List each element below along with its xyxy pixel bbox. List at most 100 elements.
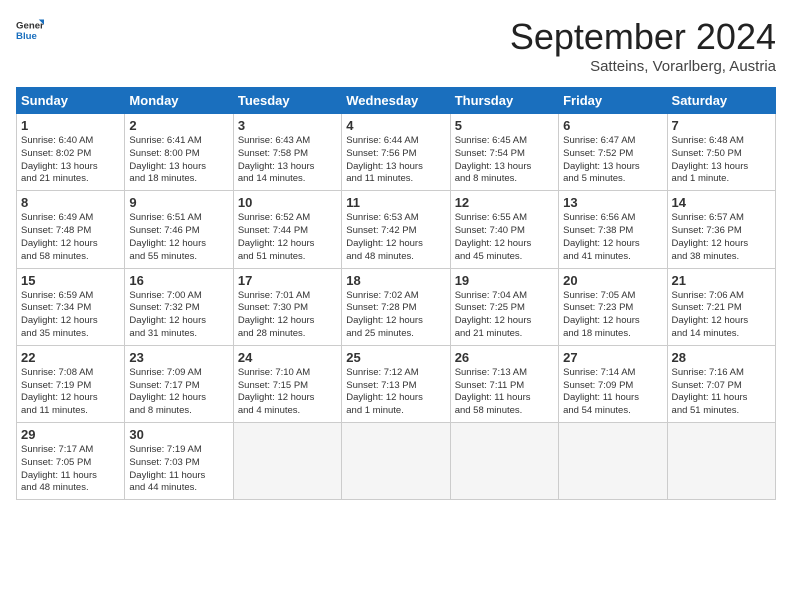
week-row-5: 29 Sunrise: 7:17 AM Sunset: 7:05 PM Dayli… xyxy=(17,423,776,500)
day-info: Sunrise: 6:53 AM Sunset: 7:42 PM Dayligh… xyxy=(346,212,445,263)
day-number: 9 xyxy=(129,195,228,210)
day-cell: 14 Sunrise: 6:57 AM Sunset: 7:36 PM Dayli… xyxy=(667,191,775,268)
day-number: 19 xyxy=(455,273,554,288)
day-info: Sunrise: 7:00 AM Sunset: 7:32 PM Dayligh… xyxy=(129,290,228,341)
day-number: 22 xyxy=(21,350,120,365)
day-number: 23 xyxy=(129,350,228,365)
weekday-header-sunday: Sunday xyxy=(17,88,125,114)
day-cell: 6Sunrise: 6:47 AM Sunset: 7:52 PM Daylig… xyxy=(559,114,667,191)
day-number: 2 xyxy=(129,118,228,133)
day-cell: 24 Sunrise: 7:10 AM Sunset: 7:15 PM Dayli… xyxy=(233,345,341,422)
weekday-header-row: SundayMondayTuesdayWednesdayThursdayFrid… xyxy=(17,88,776,114)
day-info: Sunrise: 6:57 AM Sunset: 7:36 PM Dayligh… xyxy=(672,212,771,263)
week-row-1: 1 Sunrise: 6:40 AM Sunset: 8:02 PM Daylig… xyxy=(17,114,776,191)
day-info: Sunrise: 6:47 AM Sunset: 7:52 PM Dayligh… xyxy=(563,135,662,186)
day-info: Sunrise: 7:04 AM Sunset: 7:25 PM Dayligh… xyxy=(455,290,554,341)
day-number: 27 xyxy=(563,350,662,365)
day-cell: 25Sunrise: 7:12 AM Sunset: 7:13 PM Dayli… xyxy=(342,345,450,422)
day-info: Sunrise: 7:08 AM Sunset: 7:19 PM Dayligh… xyxy=(21,367,120,418)
day-info: Sunrise: 7:17 AM Sunset: 7:05 PM Dayligh… xyxy=(21,444,120,495)
day-info: Sunrise: 6:40 AM Sunset: 8:02 PM Dayligh… xyxy=(21,135,120,186)
day-info: Sunrise: 7:02 AM Sunset: 7:28 PM Dayligh… xyxy=(346,290,445,341)
weekday-header-thursday: Thursday xyxy=(450,88,558,114)
day-cell: 1 Sunrise: 6:40 AM Sunset: 8:02 PM Daylig… xyxy=(17,114,125,191)
day-number: 14 xyxy=(672,195,771,210)
day-cell: 12 Sunrise: 6:55 AM Sunset: 7:40 PM Dayli… xyxy=(450,191,558,268)
day-cell: 21 Sunrise: 7:06 AM Sunset: 7:21 PM Dayli… xyxy=(667,268,775,345)
weekday-header-friday: Friday xyxy=(559,88,667,114)
day-cell: 26Sunrise: 7:13 AM Sunset: 7:11 PM Dayli… xyxy=(450,345,558,422)
day-number: 17 xyxy=(238,273,337,288)
day-info: Sunrise: 7:16 AM Sunset: 7:07 PM Dayligh… xyxy=(672,367,771,418)
day-info: Sunrise: 6:48 AM Sunset: 7:50 PM Dayligh… xyxy=(672,135,771,186)
day-number: 18 xyxy=(346,273,445,288)
weekday-header-monday: Monday xyxy=(125,88,233,114)
day-cell: 17 Sunrise: 7:01 AM Sunset: 7:30 PM Dayli… xyxy=(233,268,341,345)
day-number: 21 xyxy=(672,273,771,288)
day-cell: 8 Sunrise: 6:49 AM Sunset: 7:48 PM Daylig… xyxy=(17,191,125,268)
day-cell: 11 Sunrise: 6:53 AM Sunset: 7:42 PM Dayli… xyxy=(342,191,450,268)
day-cell: 3 Sunrise: 6:43 AM Sunset: 7:58 PM Daylig… xyxy=(233,114,341,191)
day-info: Sunrise: 7:05 AM Sunset: 7:23 PM Dayligh… xyxy=(563,290,662,341)
day-info: Sunrise: 6:59 AM Sunset: 7:34 PM Dayligh… xyxy=(21,290,120,341)
day-info: Sunrise: 6:55 AM Sunset: 7:40 PM Dayligh… xyxy=(455,212,554,263)
day-info: Sunrise: 6:49 AM Sunset: 7:48 PM Dayligh… xyxy=(21,212,120,263)
day-info: Sunrise: 6:56 AM Sunset: 7:38 PM Dayligh… xyxy=(563,212,662,263)
day-cell: 5Sunrise: 6:45 AM Sunset: 7:54 PM Daylig… xyxy=(450,114,558,191)
day-number: 1 xyxy=(21,118,120,133)
svg-text:Blue: Blue xyxy=(16,31,37,42)
day-number: 25 xyxy=(346,350,445,365)
day-info: Sunrise: 7:14 AM Sunset: 7:09 PM Dayligh… xyxy=(563,367,662,418)
day-number: 29 xyxy=(21,427,120,442)
calendar-title: September 2024 xyxy=(510,16,776,58)
day-number: 15 xyxy=(21,273,120,288)
day-cell xyxy=(342,423,450,500)
day-cell: 22 Sunrise: 7:08 AM Sunset: 7:19 PM Dayli… xyxy=(17,345,125,422)
day-number: 10 xyxy=(238,195,337,210)
day-cell: 28 Sunrise: 7:16 AM Sunset: 7:07 PM Dayli… xyxy=(667,345,775,422)
day-info: Sunrise: 7:01 AM Sunset: 7:30 PM Dayligh… xyxy=(238,290,337,341)
title-block: September 2024 Satteins, Vorarlberg, Aus… xyxy=(510,16,776,75)
day-number: 28 xyxy=(672,350,771,365)
day-cell: 15 Sunrise: 6:59 AM Sunset: 7:34 PM Dayli… xyxy=(17,268,125,345)
day-number: 8 xyxy=(21,195,120,210)
page-header: GeneralBlue September 2024 Satteins, Vor… xyxy=(16,16,776,75)
day-cell: 27 Sunrise: 7:14 AM Sunset: 7:09 PM Dayli… xyxy=(559,345,667,422)
logo-icon: GeneralBlue xyxy=(16,16,44,44)
day-number: 5 xyxy=(455,118,554,133)
weekday-header-tuesday: Tuesday xyxy=(233,88,341,114)
day-cell xyxy=(559,423,667,500)
day-number: 30 xyxy=(129,427,228,442)
day-number: 20 xyxy=(563,273,662,288)
day-number: 16 xyxy=(129,273,228,288)
calendar-table: SundayMondayTuesdayWednesdayThursdayFrid… xyxy=(16,87,776,500)
day-info: Sunrise: 7:06 AM Sunset: 7:21 PM Dayligh… xyxy=(672,290,771,341)
logo: GeneralBlue xyxy=(16,16,44,44)
day-info: Sunrise: 6:43 AM Sunset: 7:58 PM Dayligh… xyxy=(238,135,337,186)
day-cell: 20 Sunrise: 7:05 AM Sunset: 7:23 PM Dayli… xyxy=(559,268,667,345)
day-info: Sunrise: 7:19 AM Sunset: 7:03 PM Dayligh… xyxy=(129,444,228,495)
week-row-4: 22 Sunrise: 7:08 AM Sunset: 7:19 PM Dayli… xyxy=(17,345,776,422)
day-cell: 7 Sunrise: 6:48 AM Sunset: 7:50 PM Daylig… xyxy=(667,114,775,191)
day-number: 11 xyxy=(346,195,445,210)
week-row-3: 15 Sunrise: 6:59 AM Sunset: 7:34 PM Dayli… xyxy=(17,268,776,345)
week-row-2: 8 Sunrise: 6:49 AM Sunset: 7:48 PM Daylig… xyxy=(17,191,776,268)
day-cell: 30 Sunrise: 7:19 AM Sunset: 7:03 PM Dayli… xyxy=(125,423,233,500)
day-info: Sunrise: 6:41 AM Sunset: 8:00 PM Dayligh… xyxy=(129,135,228,186)
day-info: Sunrise: 7:10 AM Sunset: 7:15 PM Dayligh… xyxy=(238,367,337,418)
day-number: 24 xyxy=(238,350,337,365)
day-number: 3 xyxy=(238,118,337,133)
day-info: Sunrise: 6:51 AM Sunset: 7:46 PM Dayligh… xyxy=(129,212,228,263)
day-cell: 23Sunrise: 7:09 AM Sunset: 7:17 PM Dayli… xyxy=(125,345,233,422)
day-cell: 18 Sunrise: 7:02 AM Sunset: 7:28 PM Dayli… xyxy=(342,268,450,345)
day-cell: 16 Sunrise: 7:00 AM Sunset: 7:32 PM Dayli… xyxy=(125,268,233,345)
weekday-header-wednesday: Wednesday xyxy=(342,88,450,114)
day-cell: 4Sunrise: 6:44 AM Sunset: 7:56 PM Daylig… xyxy=(342,114,450,191)
day-number: 4 xyxy=(346,118,445,133)
day-cell: 19 Sunrise: 7:04 AM Sunset: 7:25 PM Dayli… xyxy=(450,268,558,345)
day-number: 7 xyxy=(672,118,771,133)
day-info: Sunrise: 6:52 AM Sunset: 7:44 PM Dayligh… xyxy=(238,212,337,263)
day-cell xyxy=(233,423,341,500)
day-number: 12 xyxy=(455,195,554,210)
day-cell: 9 Sunrise: 6:51 AM Sunset: 7:46 PM Daylig… xyxy=(125,191,233,268)
